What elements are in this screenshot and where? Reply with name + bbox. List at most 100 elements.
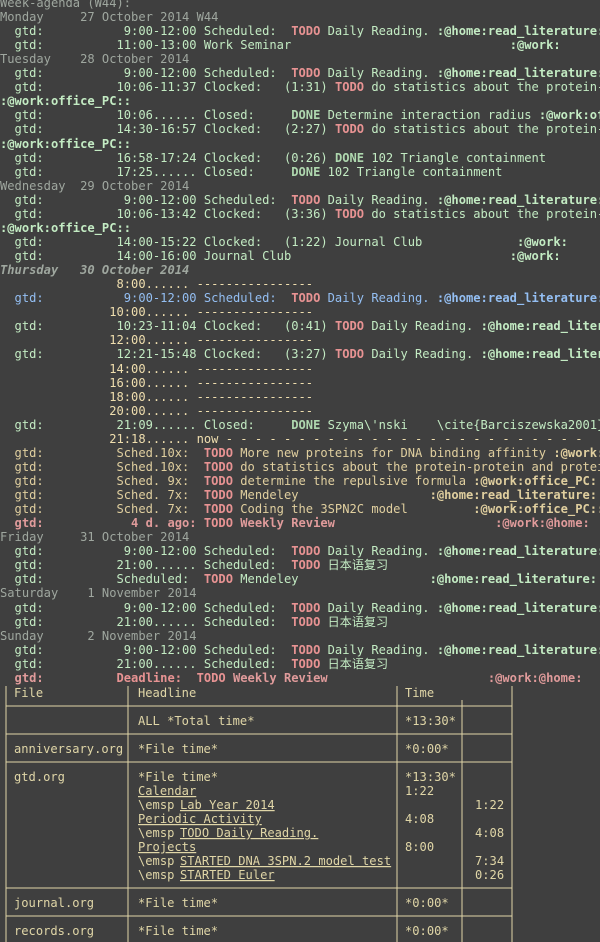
tag-list: :@work:@home: [487, 670, 583, 685]
tag-list: :@home:read_literature: [429, 488, 598, 503]
agenda-line[interactable]: gtd: 14:30-16:57 Clocked: (2:27) TODO do… [0, 122, 600, 136]
agenda-line[interactable]: gtd: Sched. 9x: TODO determine the repul… [0, 473, 598, 488]
agenda-line[interactable]: :@work:office_PC:: [0, 137, 131, 151]
headline-link[interactable]: TODO Daily Reading. [180, 826, 318, 840]
todo-keyword: TODO [203, 445, 233, 460]
headline-link[interactable]: Projects [138, 840, 196, 854]
agenda-line[interactable]: gtd: 21:00...... Scheduled: TODO 日本语复习 [0, 614, 389, 629]
todo-keyword: TODO [203, 473, 233, 488]
agenda-line[interactable]: 20:00...... ---------------- [0, 404, 313, 418]
agenda-line[interactable]: gtd: Deadline: TODO Weekly Review :@work… [0, 671, 583, 685]
agenda-line[interactable]: :@work:office_PC:: [0, 221, 131, 235]
todo-keyword: TODO [291, 192, 321, 207]
agenda-line[interactable]: gtd: 9:00-12:00 Scheduled: TODO Daily Re… [0, 24, 600, 38]
headline-link[interactable]: Lab Year 2014 [180, 798, 275, 812]
agenda-text: gtd: 9:00-12:00 Scheduled: [0, 544, 292, 559]
headline-link[interactable]: STARTED DNA 3SPN.2 model test [180, 854, 391, 868]
agenda-line[interactable]: Friday 31 October 2014 [0, 530, 189, 544]
agenda-line[interactable]: gtd: 9:00-12:00 Scheduled: TODO Daily Re… [0, 193, 600, 207]
agenda-line[interactable]: Saturday 1 November 2014 [0, 586, 197, 600]
time-value: *0:00* [405, 924, 449, 938]
tag-list: :@work:office_PC: [473, 473, 598, 488]
agenda-line[interactable]: 10:00...... ---------------- [0, 305, 313, 319]
tag-list: :@home:read_literature: [436, 291, 600, 306]
agenda-line[interactable]: Wednesday 29 October 2014 [0, 179, 189, 193]
todo-keyword: TODO [291, 656, 321, 671]
agenda-line[interactable]: gtd: 9:00-12:00 Scheduled: TODO Daily Re… [0, 544, 600, 558]
agenda-text: gtd: 9:00-12:00 Scheduled: [0, 291, 292, 306]
headline-link[interactable]: STARTED Euler [180, 868, 275, 882]
agenda-text: gtd: 21:00...... Scheduled: [0, 656, 292, 671]
agenda-text: gtd: 12:21-15:48 Clocked: (3:27) [0, 347, 335, 362]
agenda-text: gtd: 21:09...... Closed: [0, 417, 292, 432]
agenda-text: Mendeley [233, 488, 430, 503]
agenda-line[interactable]: gtd: 10:06-13:42 Clocked: (3:36) TODO do… [0, 207, 600, 221]
agenda-line[interactable]: gtd: Sched. 7x: TODO Mendeley :@home:rea… [0, 488, 598, 503]
agenda-line[interactable]: gtd: 10:23-11:04 Clocked: (0:41) TODO Da… [0, 319, 600, 333]
agenda-line[interactable]: 18:00...... ---------------- [0, 390, 313, 404]
agenda-line[interactable]: gtd: 9:00-12:00 Scheduled: TODO Daily Re… [0, 66, 600, 80]
agenda-text: gtd: 9:00-12:00 Scheduled: [0, 600, 292, 615]
agenda-line[interactable]: 21:18...... now - - - - - - - - - - - - … [0, 432, 582, 446]
agenda-line[interactable]: 14:00...... ---------------- [0, 362, 313, 376]
headline-link[interactable]: Periodic Activity [138, 812, 262, 826]
agenda-text: gtd: 17:25...... Closed: [0, 164, 292, 179]
agenda-line[interactable]: 8:00...... ---------------- [0, 277, 313, 291]
agenda-text: gtd: [0, 670, 117, 685]
agenda-line[interactable]: gtd: 21:09...... Closed: DONE Szyma\'nsk… [0, 418, 600, 432]
agenda-line[interactable]: gtd: 16:58-17:24 Clocked: (0:26) DONE 10… [0, 150, 547, 165]
agenda-text: gtd: 21:00...... Scheduled: [0, 558, 292, 573]
agenda-text: Thursday 30 October 2014 [0, 263, 190, 278]
agenda-text: gtd: 16:58-17:24 Clocked: (0:26) [0, 150, 335, 165]
agenda-line[interactable]: gtd: 21:00...... Scheduled: TODO 日本语复习 [0, 558, 389, 573]
agenda-line[interactable]: gtd: 14:00-16:00 Journal Club :@work: [0, 249, 561, 263]
agenda-text: Daily Reading. [320, 66, 437, 81]
agenda-text: gtd: Sched.10x: [0, 459, 204, 474]
agenda-line[interactable]: gtd: 21:00...... Scheduled: TODO 日本语复习 [0, 656, 389, 671]
agenda-line[interactable]: :@work:office_PC:: [0, 94, 131, 108]
agenda-text: do statistics about the protein-prote [371, 122, 600, 137]
agenda-line[interactable]: gtd: 11:00-13:00 Work Seminar :@work: [0, 38, 561, 52]
agenda-line[interactable]: gtd: Sched. 7x: TODO Coding the 3SPN2C m… [0, 502, 600, 516]
time-value: *13:30* [405, 770, 456, 784]
tag-list: :@work:office_PC:: [0, 220, 132, 235]
agenda-text: gtd: Sched. 7x: [0, 488, 204, 503]
agenda-line[interactable]: gtd: 10:06...... Closed: DONE Determine … [0, 108, 600, 122]
file-time-label: *File time* [138, 896, 218, 910]
agenda-text: gtd: 10:06...... Closed: [0, 108, 292, 123]
todo-keyword: TODO [334, 80, 365, 95]
agenda-line[interactable]: 16:00...... ---------------- [0, 376, 313, 390]
agenda-line[interactable]: gtd: Sched.10x: TODO More new proteins f… [0, 446, 600, 460]
todo-keyword: TODO [291, 291, 321, 306]
agenda-text: do statistics about the protein-protein … [233, 459, 600, 474]
agenda-line[interactable]: gtd: 12:21-15:48 Clocked: (3:27) TODO Da… [0, 347, 600, 361]
tag-list: :@work:@home: [495, 516, 590, 531]
agenda-line[interactable]: 12:00...... ---------------- [0, 333, 313, 347]
tag-list: :@work: [509, 38, 561, 53]
agenda-text: 102 Triangle containment [364, 150, 547, 165]
agenda-line[interactable]: gtd: 10:06-11:37 Clocked: (1:31) TODO do… [0, 80, 600, 94]
subtime-value: 1:22 [475, 798, 504, 812]
tag-list: :@home:read_literature [480, 319, 600, 334]
agenda-line[interactable]: gtd: 9:00-12:00 Scheduled: TODO Daily Re… [0, 643, 600, 657]
agenda-text: Daily Reading. [320, 291, 437, 306]
agenda-line[interactable]: gtd: 17:25...... Closed: DONE 102 Triang… [0, 164, 503, 179]
agenda-line[interactable]: gtd: Sched.10x: TODO do statistics about… [0, 460, 600, 474]
agenda-text: gtd: 9:00-12:00 Scheduled: [0, 192, 292, 207]
agenda-text: Tuesday 28 October 2014 [0, 52, 190, 67]
done-keyword: DONE [291, 417, 321, 432]
agenda-line[interactable]: gtd: 14:00-15:22 Clocked: (1:22) Journal… [0, 235, 568, 249]
agenda-line[interactable]: gtd: Scheduled: TODO Mendeley :@home:rea… [0, 572, 598, 586]
tag-list: :@home:read_literature [480, 347, 600, 362]
tag-list: :@work: [516, 234, 568, 249]
agenda-text: gtd: 9:00-12:00 Scheduled: [0, 24, 292, 39]
agenda-line[interactable]: gtd: 9:00-12:00 Scheduled: TODO Daily Re… [0, 601, 600, 615]
agenda-line[interactable]: gtd: 4 d. ago: TODO Weekly Review :@work… [0, 516, 590, 530]
agenda-line[interactable]: Monday 27 October 2014 W44 [0, 10, 218, 24]
agenda-text: 日本语复习 [320, 614, 389, 629]
headline-link[interactable]: Calendar [138, 784, 196, 798]
agenda-line[interactable]: Tuesday 28 October 2014 [0, 52, 189, 66]
agenda-line[interactable]: Sunday 2 November 2014 [0, 629, 197, 643]
agenda-line[interactable]: gtd: 9:00-12:00 Scheduled: TODO Daily Re… [0, 291, 600, 305]
agenda-line[interactable]: Thursday 30 October 2014 [0, 263, 189, 277]
